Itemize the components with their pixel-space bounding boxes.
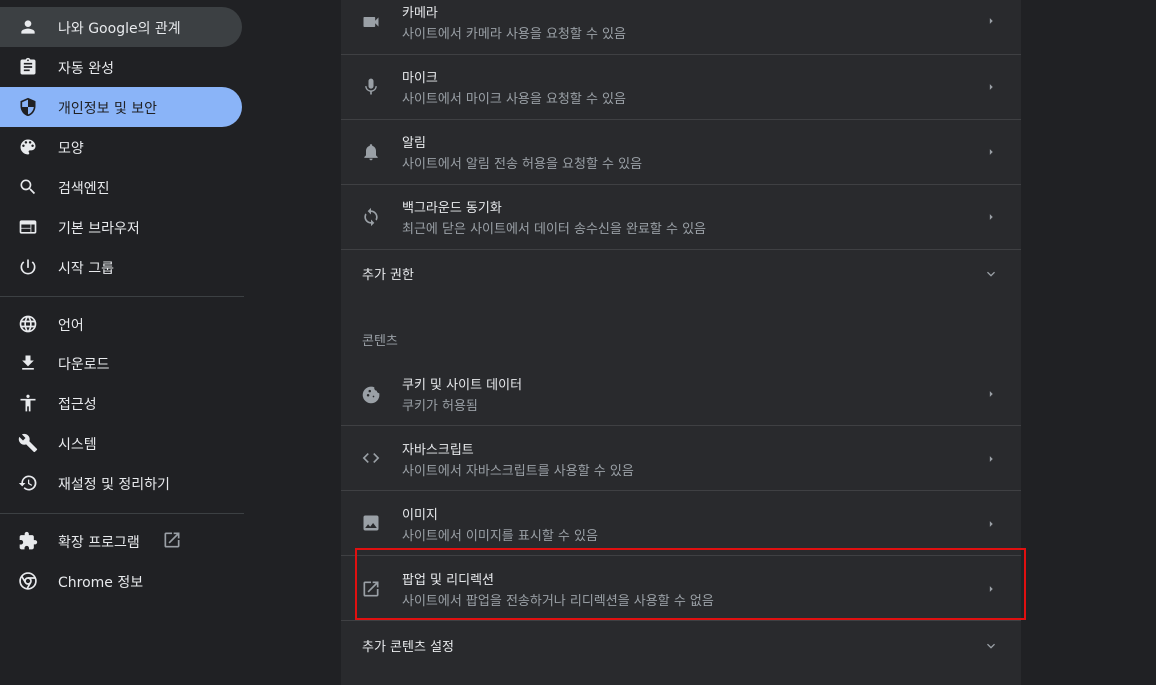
- microphone-icon: [365, 78, 377, 95]
- permission-row-camera[interactable]: 카메라 사이트에서 카메라 사용을 요청할 수 있음: [341, 0, 1021, 54]
- row-subtitle: 쿠키가 허용됨: [402, 399, 478, 414]
- camera-icon: [363, 17, 379, 27]
- content-row-javascript[interactable]: 자바스크립트 사이트에서 자바스크립트를 사용할 수 있음: [341, 426, 1021, 490]
- row-title: 이미지: [402, 508, 438, 523]
- sidebar-item-label: 자동 완성: [58, 61, 114, 77]
- code-icon: [362, 453, 380, 463]
- palette-icon: [20, 139, 36, 155]
- row-title: 쿠키 및 사이트 데이터: [402, 378, 523, 393]
- sidebar-item-label: 기본 브라우저: [58, 221, 140, 237]
- sidebar-item-label: 시작 그룹: [58, 261, 114, 277]
- row-subtitle: 사이트에서 알림 전송 허용을 요청할 수 있음: [402, 157, 643, 172]
- sync-icon: [364, 207, 378, 227]
- permission-row-notifications[interactable]: 알림 사이트에서 알림 전송 허용을 요청할 수 있음: [341, 120, 1021, 184]
- sidebar-divider: [0, 296, 244, 297]
- row-subtitle: 최근에 닫은 사이트에서 데이터 송수신을 완료할 수 있음: [402, 222, 707, 237]
- sidebar-item-appearance[interactable]: 모양: [0, 127, 242, 167]
- row-title: 추가 권한: [362, 268, 414, 283]
- clipboard-icon: [20, 57, 36, 75]
- sidebar-item-label: 검색엔진: [58, 181, 110, 197]
- row-subtitle: 사이트에서 마이크 사용을 요청할 수 있음: [402, 92, 626, 107]
- chevron-down-icon: [987, 643, 995, 649]
- sidebar-item-about-chrome[interactable]: Chrome 정보: [0, 561, 242, 601]
- row-subtitle: 사이트에서 카메라 사용을 요청할 수 있음: [402, 27, 626, 42]
- content-row-cookies[interactable]: 쿠키 및 사이트 데이터 쿠키가 허용됨: [341, 361, 1021, 425]
- arrow-right-icon: [989, 149, 993, 155]
- sidebar: 나와 Google의 관계 자동 완성 개인정보 및 보안 모양 검색엔진 기본…: [0, 0, 244, 685]
- section-title-content: 콘텐츠: [362, 334, 398, 349]
- sidebar-item-downloads[interactable]: 다운로드: [0, 343, 242, 383]
- sidebar-divider: [0, 513, 244, 514]
- arrow-right-icon: [989, 84, 993, 90]
- sidebar-item-label: 언어: [58, 318, 84, 334]
- sidebar-item-label: Chrome 정보: [58, 575, 144, 591]
- history-reset-icon: [18, 475, 37, 491]
- sidebar-item-label: 시스템: [58, 437, 97, 453]
- sidebar-item-privacy-security[interactable]: 개인정보 및 보안: [0, 87, 242, 127]
- sidebar-item-label: 확장 프로그램: [58, 535, 140, 551]
- sidebar-item-system[interactable]: 시스템: [0, 423, 242, 463]
- person-icon: [21, 20, 35, 34]
- row-title: 마이크: [402, 71, 438, 86]
- arrow-right-icon: [989, 456, 993, 462]
- permission-row-microphone[interactable]: 마이크 사이트에서 마이크 사용을 요청할 수 있음: [341, 55, 1021, 119]
- row-subtitle: 사이트에서 자바스크립트를 사용할 수 있음: [402, 464, 634, 479]
- arrow-right-icon: [989, 214, 993, 220]
- sidebar-item-search-engine[interactable]: 검색엔진: [0, 167, 242, 207]
- row-title: 알림: [402, 136, 426, 151]
- row-title: 추가 콘텐츠 설정: [362, 640, 454, 655]
- cookie-icon: [362, 386, 380, 404]
- sidebar-item-extensions[interactable]: 확장 프로그램: [0, 521, 242, 561]
- chrome-icon: [19, 572, 37, 590]
- browser-window-icon: [19, 220, 37, 234]
- sidebar-item-label: 접근성: [58, 397, 97, 413]
- sidebar-item-you-and-google[interactable]: 나와 Google의 관계: [0, 7, 242, 47]
- permission-row-background-sync[interactable]: 백그라운드 동기화 최근에 닫은 사이트에서 데이터 송수신을 완료할 수 있음: [341, 185, 1021, 249]
- sidebar-item-accessibility[interactable]: 접근성: [0, 383, 242, 423]
- sidebar-item-label: 나와 Google의 관계: [58, 21, 181, 37]
- sidebar-item-label: 모양: [58, 141, 84, 157]
- sidebar-item-label: 다운로드: [58, 357, 110, 373]
- search-icon: [20, 179, 36, 195]
- sidebar-item-default-browser[interactable]: 기본 브라우저: [0, 207, 242, 247]
- sidebar-item-label: 개인정보 및 보안: [58, 101, 158, 117]
- shield-icon: [20, 97, 36, 117]
- bell-icon: [364, 144, 378, 161]
- row-title: 백그라운드 동기화: [402, 201, 502, 216]
- download-icon: [22, 355, 34, 370]
- sidebar-item-on-startup[interactable]: 시작 그룹: [0, 247, 242, 287]
- wrench-icon: [18, 433, 38, 453]
- sidebar-item-label: 재설정 및 정리하기: [58, 477, 170, 493]
- open-in-new-icon: [164, 532, 180, 548]
- highlight-annotation-box: [355, 548, 1026, 620]
- row-subtitle: 사이트에서 이미지를 표시할 수 있음: [402, 529, 598, 544]
- sidebar-item-languages[interactable]: 언어: [0, 304, 242, 344]
- globe-icon: [19, 315, 37, 333]
- puzzle-icon: [19, 531, 38, 550]
- additional-content-settings-toggle[interactable]: 추가 콘텐츠 설정: [341, 621, 1021, 667]
- arrow-right-icon: [989, 391, 993, 397]
- arrow-right-icon: [989, 18, 993, 24]
- content-row-images[interactable]: 이미지 사이트에서 이미지를 표시할 수 있음: [341, 491, 1021, 555]
- image-icon: [363, 515, 379, 531]
- arrow-right-icon: [989, 521, 993, 527]
- power-icon: [20, 259, 36, 275]
- additional-permissions-toggle[interactable]: 추가 권한: [341, 250, 1021, 296]
- accessibility-icon: [20, 394, 36, 412]
- sidebar-item-reset-cleanup[interactable]: 재설정 및 정리하기: [0, 463, 242, 503]
- row-title: 카메라: [402, 6, 438, 21]
- chevron-down-icon: [987, 271, 995, 277]
- sidebar-item-autofill[interactable]: 자동 완성: [0, 47, 242, 87]
- row-title: 자바스크립트: [402, 443, 474, 458]
